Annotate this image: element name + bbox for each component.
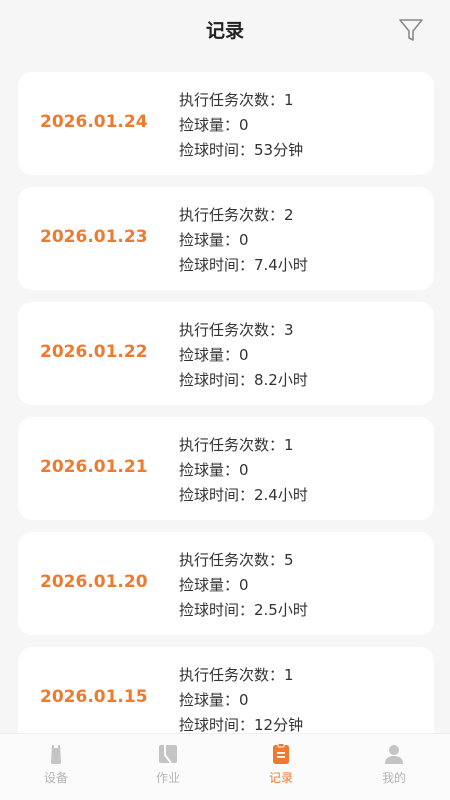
record-date: 2026.01.22	[40, 342, 148, 362]
record-ball-count: 捡球量：0	[179, 691, 249, 709]
tab-profile-label: 我的	[381, 771, 406, 785]
tab-profile[interactable]: 我的	[338, 742, 450, 786]
device-icon	[51, 745, 61, 764]
tab-device[interactable]: 设备	[0, 742, 112, 786]
record-date: 2026.01.24	[40, 112, 148, 132]
record-ball-count: 捡球量：0	[179, 461, 249, 479]
filter-icon[interactable]	[398, 17, 424, 43]
record-date: 2026.01.15	[40, 687, 148, 707]
header: 记录	[0, 0, 450, 60]
tab-work[interactable]: 作业	[112, 742, 224, 786]
tab-work-label: 作业	[155, 771, 180, 785]
record-card[interactable]: 2026.01.21 执行任务次数：1 捡球量：0 捡球时间：2.4小时	[18, 417, 434, 520]
tab-device-label: 设备	[43, 771, 68, 785]
record-ball-count: 捡球量：0	[179, 116, 249, 134]
work-icon	[159, 745, 177, 764]
record-task-count: 执行任务次数：2	[179, 206, 294, 224]
record-card[interactable]: 2026.01.22 执行任务次数：3 捡球量：0 捡球时间：8.2小时	[18, 302, 434, 405]
record-pick-time: 捡球时间：2.4小时	[179, 486, 308, 504]
record-task-count: 执行任务次数：1	[179, 666, 294, 684]
record-task-count: 执行任务次数：3	[179, 321, 294, 339]
record-ball-count: 捡球量：0	[179, 576, 249, 594]
page-title: 记录	[205, 20, 244, 42]
record-task-count: 执行任务次数：5	[179, 551, 294, 569]
record-date: 2026.01.23	[40, 227, 148, 247]
record-pick-time: 捡球时间：53分钟	[179, 141, 304, 159]
record-ball-count: 捡球量：0	[179, 231, 249, 249]
record-date: 2026.01.20	[40, 572, 148, 592]
record-card[interactable]: 2026.01.20 执行任务次数：5 捡球量：0 捡球时间：2.5小时	[18, 532, 434, 635]
record-pick-time: 捡球时间：2.5小时	[179, 601, 308, 619]
records-icon	[273, 743, 289, 764]
record-pick-time: 捡球时间：8.2小时	[179, 371, 308, 389]
tab-records[interactable]: 记录	[225, 742, 337, 786]
record-task-count: 执行任务次数：1	[179, 436, 294, 454]
record-card[interactable]: 2026.01.24 执行任务次数：1 捡球量：0 捡球时间：53分钟	[18, 72, 434, 175]
record-card[interactable]: 2026.01.23 执行任务次数：2 捡球量：0 捡球时间：7.4小时	[18, 187, 434, 290]
record-ball-count: 捡球量：0	[179, 346, 249, 364]
bottom-tab-bar: 设备 作业 记录 我的	[0, 733, 450, 800]
record-date: 2026.01.21	[40, 457, 148, 477]
tab-records-label: 记录	[268, 771, 293, 785]
record-pick-time: 捡球时间：7.4小时	[179, 256, 308, 274]
profile-icon	[385, 745, 403, 764]
record-task-count: 执行任务次数：1	[179, 91, 294, 109]
